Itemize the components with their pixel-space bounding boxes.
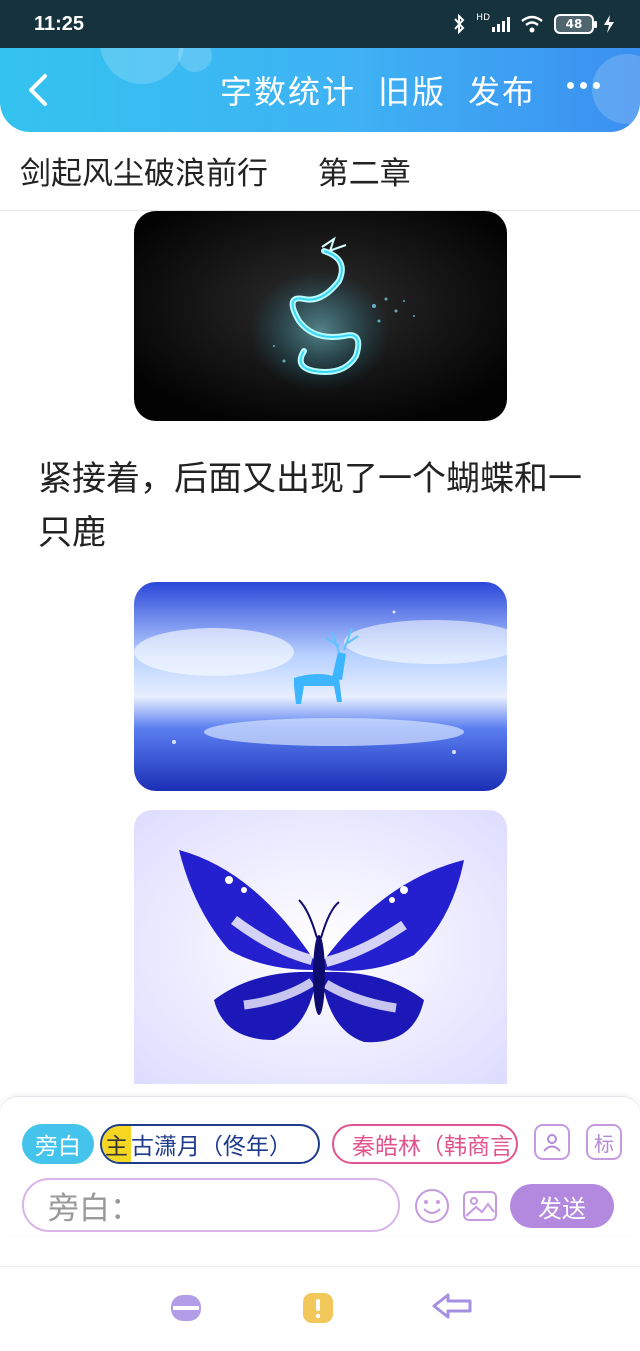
image-icon [463, 1191, 497, 1221]
decor-bubble [178, 48, 212, 72]
back-arrow-icon [432, 1293, 472, 1319]
wifi-icon [521, 15, 543, 33]
chevron-left-icon [29, 74, 47, 106]
chapter-title[interactable]: 剑起风尘破浪前行 第二章 [20, 148, 411, 193]
publish-button[interactable]: 发布 [468, 67, 536, 113]
more-button[interactable] [567, 82, 600, 89]
menu-icon [171, 1295, 201, 1321]
message-input[interactable]: 旁白： [22, 1178, 400, 1232]
bluetooth-icon [454, 14, 465, 34]
role-chip-narrator[interactable]: 旁白 [22, 1124, 94, 1164]
emoji-button[interactable] [414, 1188, 450, 1224]
main-role-tag: 主 [102, 1126, 131, 1162]
role-chip-main[interactable]: 主 古潇月（佟年） [100, 1124, 320, 1164]
role-chip-main-label: 古潇月（佟年） [131, 1134, 292, 1160]
message-input-placeholder: 旁白： [48, 1190, 141, 1227]
status-icons: HD 48 [452, 13, 614, 34]
word-count-button[interactable]: 字数统计 [220, 67, 356, 113]
mark-label: 标 [594, 1131, 614, 1156]
role-chip-other[interactable]: 秦皓林（韩商言 [332, 1124, 518, 1164]
battery-icon: 48 [554, 14, 597, 34]
contact-card-button[interactable] [534, 1124, 570, 1160]
nav-back-button[interactable] [432, 1292, 474, 1324]
decor-bubble [592, 54, 640, 124]
smiley-icon [415, 1189, 449, 1223]
image-button[interactable] [462, 1188, 498, 1224]
more-dot [567, 82, 574, 89]
signal-icon [492, 16, 510, 32]
editor-header: 字数统计 旧版 发布 [0, 48, 640, 132]
charging-icon [604, 15, 614, 33]
more-dot [580, 82, 587, 89]
old-version-button[interactable]: 旧版 [378, 67, 446, 113]
network-type-label: HD [476, 13, 490, 23]
narration-text[interactable]: 紧接着，后面又出现了一个蝴蝶和一只鹿 [38, 452, 608, 560]
nav-menu-button[interactable] [170, 1292, 202, 1328]
mark-button[interactable]: 标 [586, 1124, 622, 1160]
deer-illustration [134, 582, 507, 791]
status-time: 11:25 [34, 12, 85, 35]
dragon-image[interactable] [134, 211, 507, 421]
send-button[interactable]: 发送 [510, 1184, 614, 1228]
status-bar: 11:25 HD 48 [0, 0, 640, 48]
nav-home-button[interactable] [302, 1292, 334, 1328]
header-actions: 字数统计 旧版 发布 [220, 48, 536, 132]
butterfly-illustration [134, 810, 507, 1084]
more-dot [593, 82, 600, 89]
decor-bubble [100, 48, 184, 84]
chapter-name: 第二章 [317, 156, 411, 192]
book-title: 剑起风尘破浪前行 [20, 156, 268, 192]
butterfly-image[interactable] [134, 810, 507, 1084]
home-icon [303, 1293, 333, 1323]
back-button[interactable] [18, 66, 58, 114]
role-chip-other-label: 秦皓林（韩商言 [352, 1134, 513, 1160]
deer-image[interactable] [134, 582, 507, 791]
dragon-illustration [134, 211, 507, 421]
contact-card-icon [543, 1134, 561, 1152]
